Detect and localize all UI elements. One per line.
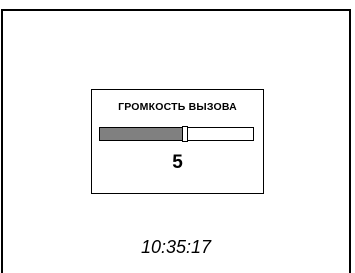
ring-volume-dialog: ГРОМКОСТЬ ВЫЗОВА 5	[91, 89, 264, 194]
volume-value: 5	[172, 152, 183, 173]
clock-time: 10:35:17	[140, 237, 212, 257]
device-screen: ГРОМКОСТЬ ВЫЗОВА 5 10:35:17	[1, 9, 351, 273]
volume-slider-fill	[100, 128, 184, 140]
volume-slider[interactable]	[99, 126, 254, 142]
volume-slider-handle[interactable]	[182, 126, 188, 142]
dialog-title: ГРОМКОСТЬ ВЫЗОВА	[118, 101, 237, 113]
